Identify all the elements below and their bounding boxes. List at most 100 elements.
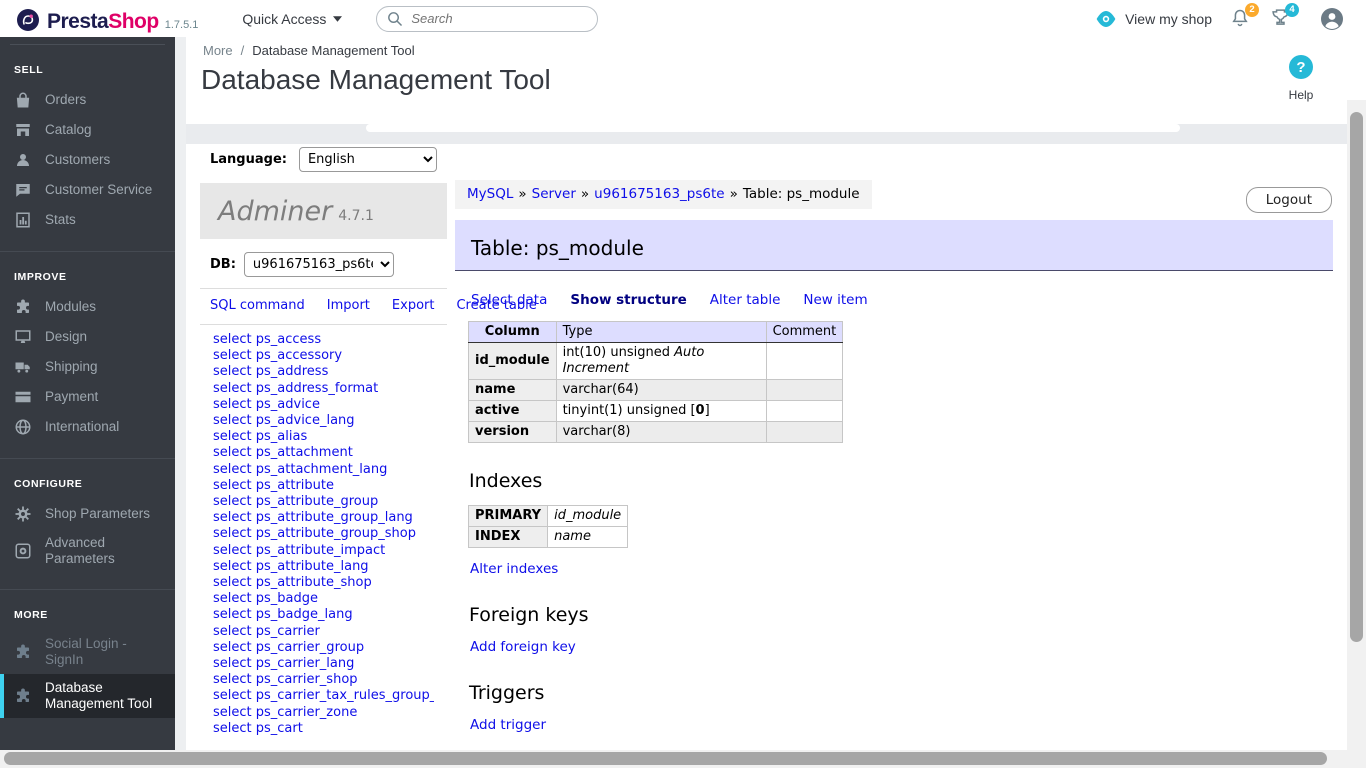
select-table-link[interactable]: select ps_carrier_tax_rules_group_ [213,688,434,704]
breadcrumb-separator: » [729,186,738,202]
import-link[interactable]: Import [327,298,370,313]
sidebar-item-orders[interactable]: Orders [0,85,175,115]
tab-alter-table[interactable]: Alter table [710,292,781,308]
select-table-link[interactable]: select ps_cart [213,721,434,737]
select-table-link[interactable]: select ps_attachment_lang [213,462,434,478]
add-foreign-key-link[interactable]: Add foreign key [470,639,576,655]
index-columns-cell: id_module [547,505,629,527]
search-input[interactable] [411,11,572,26]
topbar-actions: View my shop 2 4 [1095,2,1344,31]
sidebar-item-shipping[interactable]: Shipping [0,352,175,382]
horizontal-scrollbar-thumb[interactable] [4,752,1327,765]
sidebar-item-international[interactable]: International [0,412,175,442]
puzzle-icon [17,688,29,702]
tab-show-structure[interactable]: Show structure [570,292,686,308]
sql-command-link[interactable]: SQL command [210,298,305,313]
alter-indexes-link[interactable]: Alter indexes [470,561,558,577]
add-trigger-link[interactable]: Add trigger [470,717,546,733]
shipping-icon [15,362,30,373]
select-table-link[interactable]: select ps_attribute [213,478,434,494]
sidebar-item-payment[interactable]: Payment [0,382,175,412]
sidebar-nav: SELL Orders Catalog Customers Customer Servi… [0,64,175,718]
search-box[interactable] [376,5,599,32]
database-select[interactable]: u961675163_ps6te [243,252,394,277]
select-table-link[interactable]: select ps_badge_lang [213,607,434,623]
export-link[interactable]: Export [392,298,435,313]
horizontal-scrollbar[interactable] [0,750,1366,768]
column-name-cell: version [468,421,557,443]
structure-row: name varchar(64) [468,379,844,401]
breadcrumb-parent[interactable]: More [203,43,233,58]
achievements-button[interactable]: 4 [1270,2,1299,31]
achievements-badge: 4 [1285,2,1299,17]
profile-avatar[interactable] [1320,7,1344,31]
column-name-cell: active [468,400,557,422]
select-table-link[interactable]: select ps_address [213,364,434,380]
tab-select-data[interactable]: Select data [471,292,547,308]
sidebar-item-customer-service[interactable]: Customer Service [0,175,175,205]
column-comment-cell [765,421,844,443]
select-table-link[interactable]: select ps_attribute_impact [213,543,434,559]
select-table-link[interactable]: select ps_carrier_group [213,640,434,656]
notifications-button[interactable]: 2 [1230,2,1259,31]
column-name-cell: name [468,379,557,401]
select-table-link[interactable]: select ps_carrier_shop [213,672,434,688]
breadcrumb-separator: » [518,186,527,202]
adminer-tabs: Select data Show structure Alter table New … [471,292,1333,308]
chevron-down-icon [333,15,343,22]
stats-icon [16,212,30,228]
prestashop-bird-icon [17,8,39,31]
select-table-link[interactable]: select ps_attribute_group_lang [213,510,434,526]
adminer-breadcrumb: MySQL» Server» u961675163_ps6te» Table: ps_… [455,180,872,209]
breadcrumb-current: Database Management Tool [252,43,415,58]
select-table-link[interactable]: select ps_advice_lang [213,413,434,429]
index-columns-cell: name [547,526,629,548]
app-root: PrestaShop 1.7.5.1 Quick Access View my … [0,0,1366,768]
logout-button[interactable]: Logout [1245,187,1332,213]
sidebar-item-database-management-tool[interactable]: Database Management Tool [0,674,175,718]
select-table-link[interactable]: select ps_attribute_group_shop [213,526,434,542]
sidebar-item-social-login-signin[interactable]: Social Login - SignIn [0,630,175,674]
column-type-cell: varchar(8) [555,421,767,443]
sidebar-item-catalog[interactable]: Catalog [0,115,175,145]
help-button[interactable]: ? Help [1278,55,1324,102]
select-table-link[interactable]: select ps_attribute_lang [213,559,434,575]
sidebar: SELL Orders Catalog Customers Customer Servi… [0,37,175,750]
select-table-link[interactable]: select ps_alias [213,429,434,445]
sidebar-section-divider [0,589,175,590]
modules-icon [17,299,29,313]
sidebar-item-design[interactable]: Design [0,322,175,352]
quick-access-menu[interactable]: Quick Access [242,11,343,27]
select-table-link[interactable]: select ps_carrier_lang [213,656,434,672]
breadcrumb-separator: » [580,186,590,202]
gear-icon [15,506,31,522]
vertical-scrollbar-thumb[interactable] [1350,112,1363,642]
select-table-link[interactable]: select ps_attribute_group [213,494,434,510]
prestashop-logo[interactable]: PrestaShop 1.7.5.1 [16,4,198,34]
international-icon [15,419,31,435]
adminer-breadcrumb-link[interactable]: MySQL [467,186,513,202]
select-table-link[interactable]: select ps_advice [213,397,434,413]
panel-top-scroll-thumb[interactable] [366,124,1180,132]
sidebar-item-customers[interactable]: Customers [0,145,175,175]
sidebar-item-advanced-parameters[interactable]: Advanced Parameters [0,529,175,573]
adminer-breadcrumb-link[interactable]: Server [532,186,576,202]
adminer-breadcrumb-link[interactable]: u961675163_ps6te [594,186,724,202]
sidebar-item-modules[interactable]: Modules [0,292,175,322]
select-table-link[interactable]: select ps_accessory [213,348,434,364]
select-table-link[interactable]: select ps_badge [213,591,434,607]
select-table-link[interactable]: select ps_address_format [213,381,434,397]
language-select[interactable]: English [298,147,437,172]
select-table-link[interactable]: select ps_access [213,332,434,348]
tab-new-item[interactable]: New item [803,292,867,308]
view-my-shop-link[interactable]: View my shop [1095,10,1212,27]
select-table-link[interactable]: select ps_attribute_shop [213,575,434,591]
sidebar-item-stats[interactable]: Stats [0,205,175,235]
sidebar-item-shop-parameters[interactable]: Shop Parameters [0,499,175,529]
select-table-link[interactable]: select ps_carrier [213,624,434,640]
vertical-scrollbar[interactable] [1347,100,1366,768]
select-table-link[interactable]: select ps_carrier_zone [213,705,434,721]
payment-icon [15,391,31,403]
index-row: INDEX name [467,526,629,548]
select-table-link[interactable]: select ps_attachment [213,445,434,461]
